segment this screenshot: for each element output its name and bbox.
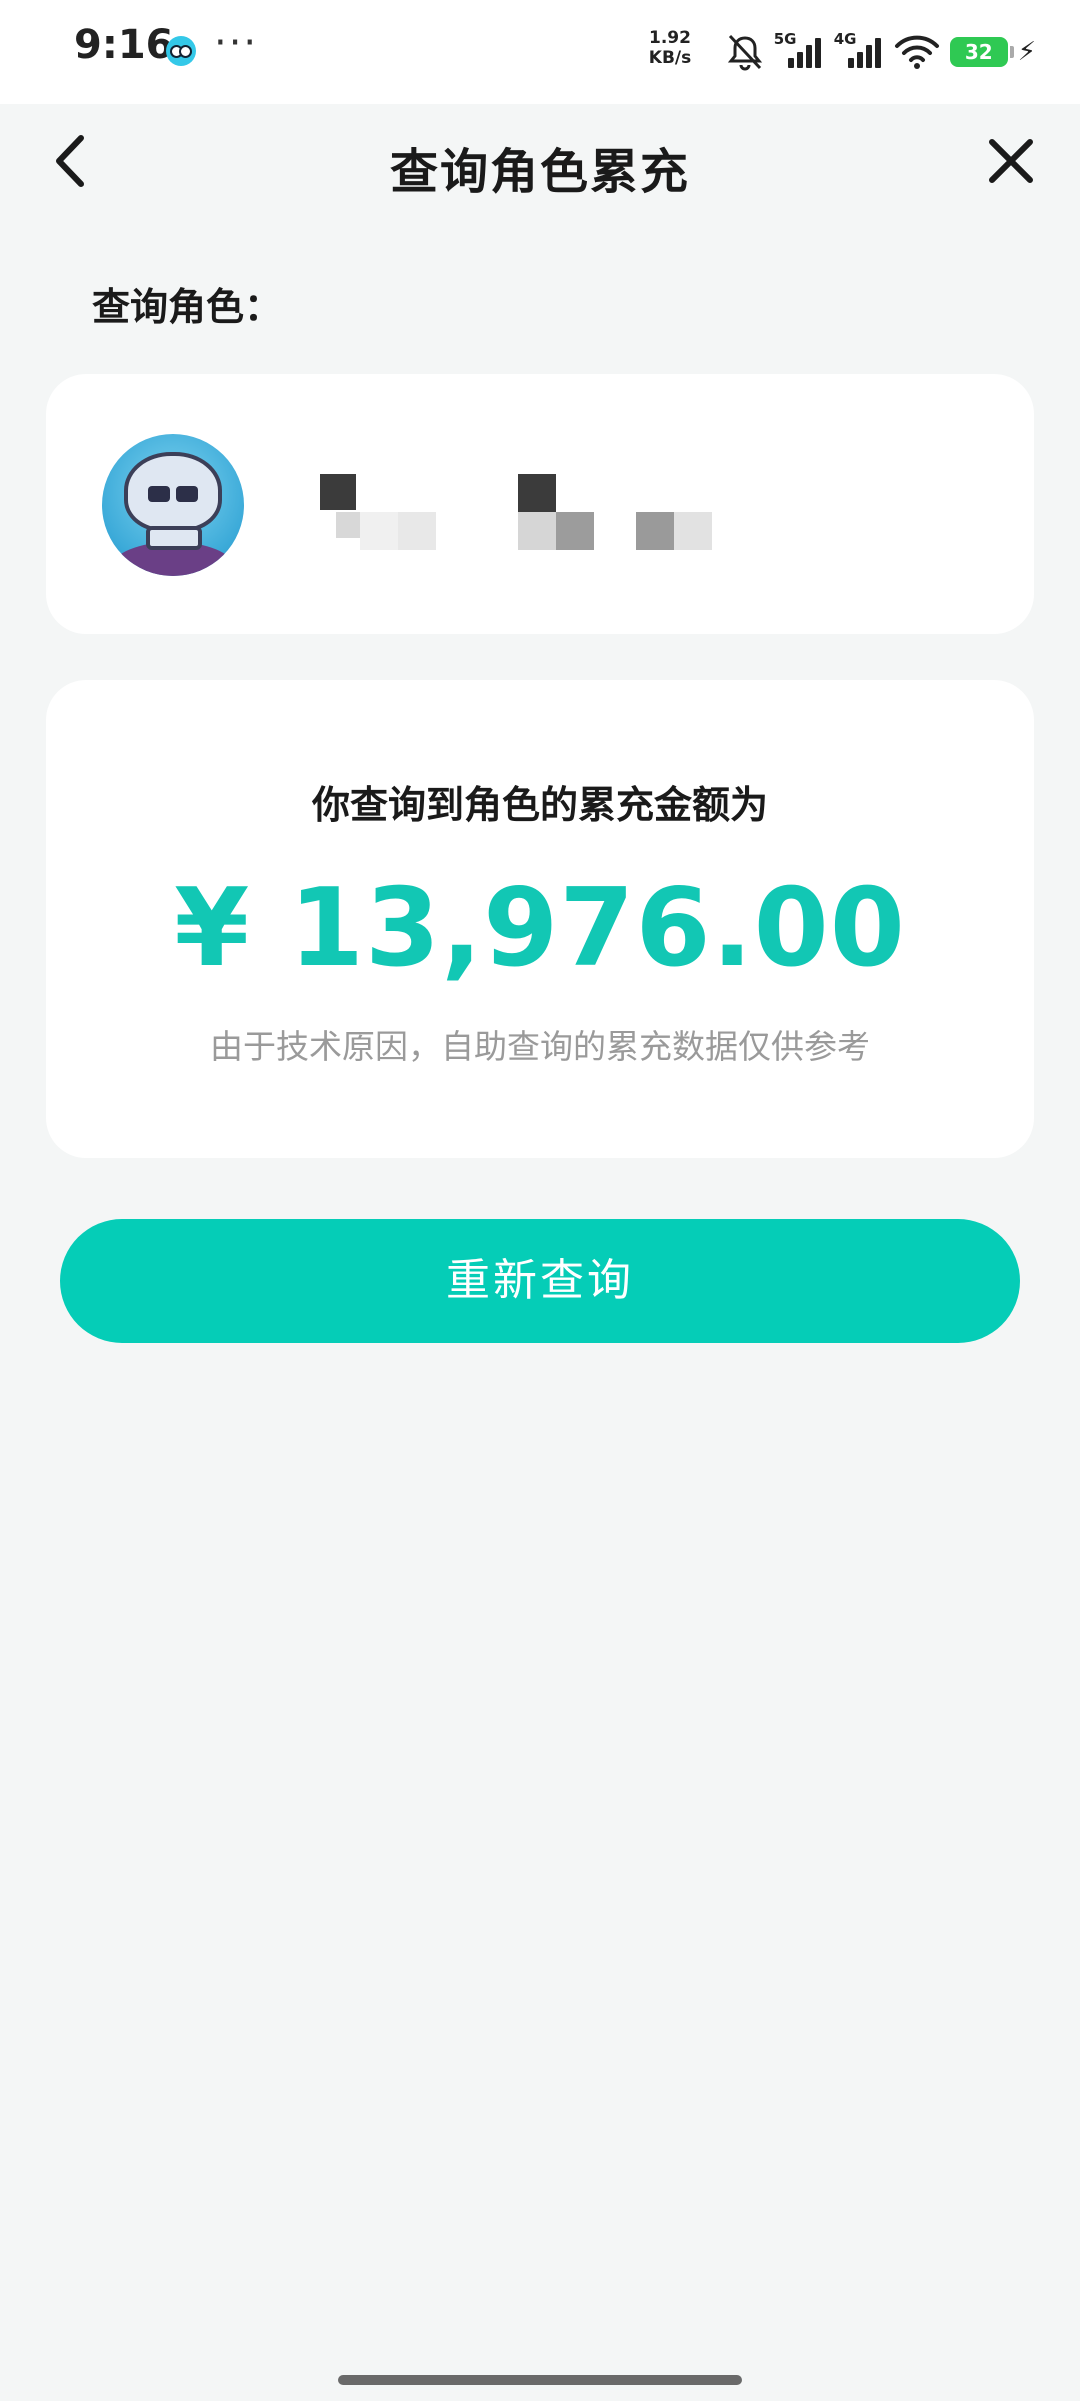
status-icons: 5G 4G 32 ⚡	[726, 28, 1036, 76]
close-icon	[989, 139, 1033, 183]
role-card	[46, 374, 1034, 634]
more-notifications-icon: ···	[214, 20, 259, 66]
role-name-redacted	[276, 474, 726, 554]
disclaimer-note: 由于技术原因，自助查询的累充数据仅供参考	[210, 1027, 870, 1066]
signal-label-5g: 5G	[773, 30, 797, 48]
page-header: 查询角色累充	[0, 104, 1080, 224]
page-title: 查询角色累充	[389, 144, 690, 200]
battery-icon: 32	[949, 37, 1014, 67]
signal-icon-4g: 4G	[833, 30, 884, 72]
query-role-label: 查询角色：	[92, 285, 283, 329]
wifi-icon	[894, 35, 939, 69]
network-speed-unit: KB/s	[648, 48, 692, 68]
recharge-amount: ¥ 13,976.00	[174, 866, 906, 991]
amount-caption: 你查询到角色的累充金额为	[311, 783, 768, 827]
status-time: 9:16	[74, 22, 174, 68]
role-avatar	[102, 434, 244, 576]
mute-bell-icon	[727, 34, 762, 71]
network-speed: 1.92 KB/s	[648, 28, 692, 68]
amount-card: 你查询到角色的累充金额为 ¥ 13,976.00 由于技术原因，自助查询的累充数…	[46, 680, 1034, 1158]
signal-label-4g: 4G	[833, 30, 857, 48]
app-notification-icon	[166, 36, 196, 66]
signal-icon-5g: 5G	[773, 30, 824, 72]
network-speed-value: 1.92	[649, 28, 691, 48]
close-button[interactable]	[976, 126, 1046, 196]
charging-icon: ⚡	[1017, 37, 1036, 67]
home-indicator[interactable]	[338, 2375, 742, 2385]
status-bar: 9:16 ··· 1.92 KB/s 5G 4G 32 ⚡	[0, 0, 1080, 104]
requery-button[interactable]: 重新查询	[60, 1219, 1020, 1343]
